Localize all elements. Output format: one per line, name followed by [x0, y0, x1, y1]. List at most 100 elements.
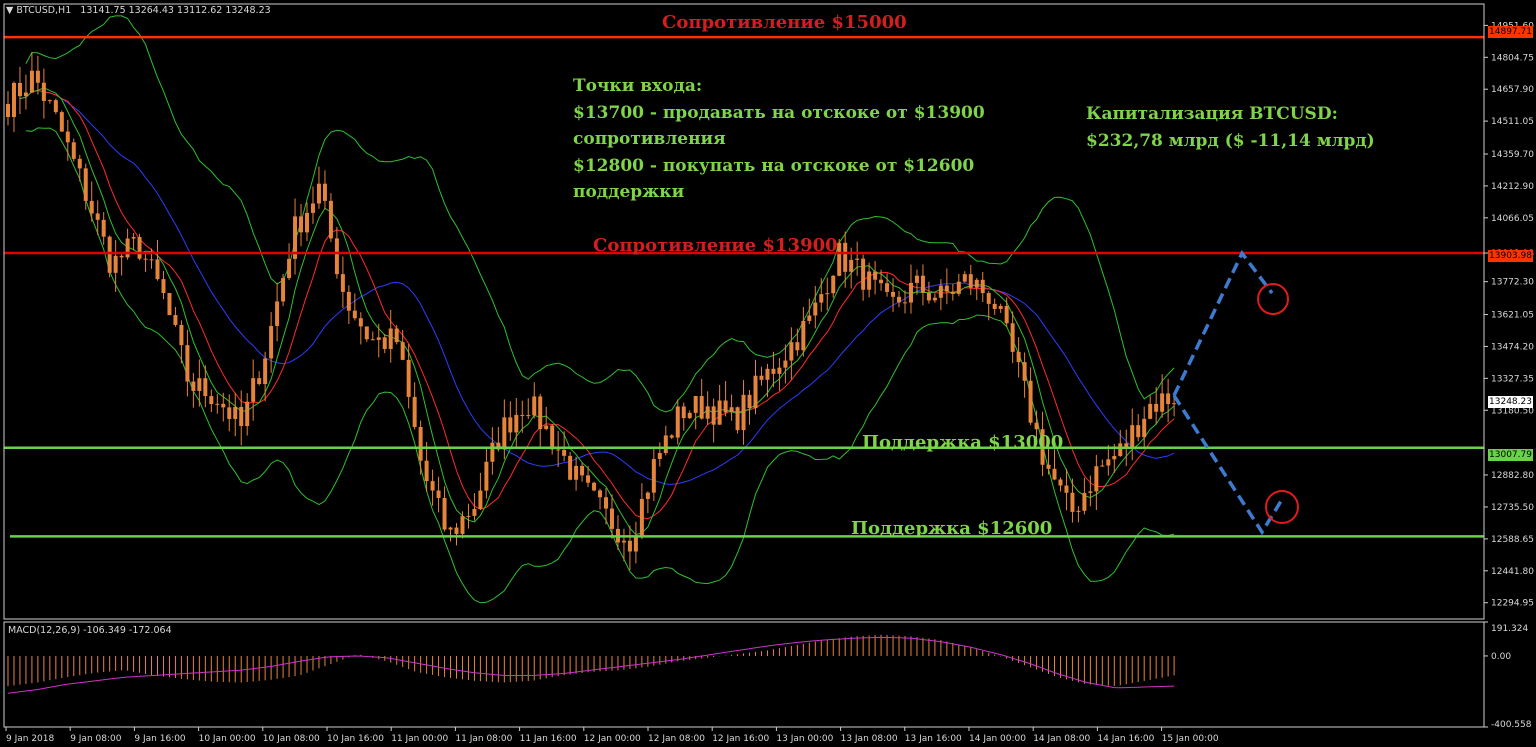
- candle-body: [221, 403, 226, 408]
- candle-body: [1052, 468, 1057, 480]
- candle-body: [568, 455, 573, 480]
- resistance-13900-label: Сопротивление $13900: [593, 235, 838, 256]
- candle-body: [460, 516, 465, 534]
- price-badge-14897: 14897.71: [1488, 26, 1533, 38]
- candle-body: [699, 396, 704, 419]
- candle-body: [1034, 422, 1039, 430]
- candle-body: [436, 490, 441, 498]
- candle-body: [1076, 510, 1081, 512]
- candle-body: [41, 82, 46, 101]
- candle-body: [448, 527, 453, 530]
- candle-body: [795, 342, 800, 351]
- macd-tick-label: 0.00: [1491, 652, 1511, 662]
- candle-body: [95, 213, 100, 220]
- candle-body: [233, 406, 238, 419]
- candle-body: [346, 291, 351, 311]
- candle-body: [263, 358, 268, 385]
- candle-body: [956, 281, 961, 294]
- chart-header[interactable]: ▼ BTCUSD,H1 13141.75 13264.43 13112.62 1…: [6, 5, 271, 16]
- candle-body: [161, 279, 166, 294]
- candle-body: [490, 442, 495, 462]
- candle-body: [520, 414, 525, 416]
- candle-body: [861, 258, 866, 290]
- candle-body: [741, 394, 746, 431]
- candle-body: [1046, 464, 1051, 469]
- candle-body: [1130, 425, 1135, 447]
- candle-body: [1070, 492, 1075, 512]
- candle-body: [269, 325, 274, 359]
- candle-body: [651, 459, 656, 493]
- candle-body: [687, 412, 692, 419]
- candle-body: [669, 435, 674, 438]
- candle-body: [454, 527, 459, 534]
- time-tick-label: 11 Jan 00:00: [391, 734, 448, 744]
- candle-body: [837, 242, 842, 276]
- candle-body: [717, 400, 722, 425]
- candle-body: [657, 452, 662, 460]
- price-tick-label: 14657.90: [1491, 85, 1534, 95]
- entry-line-3: $12800 - покупать на отскоке от $12600: [573, 155, 975, 176]
- time-tick-label: 12 Jan 16:00: [712, 734, 769, 744]
- candle-body: [831, 275, 836, 294]
- candle-body: [771, 368, 776, 374]
- candle-body: [598, 490, 603, 498]
- entry-title: Точки входа:: [573, 76, 703, 96]
- candle-body: [1112, 455, 1117, 460]
- candle-body: [1010, 323, 1015, 352]
- candle-body: [53, 100, 58, 113]
- candle-body: [143, 258, 148, 260]
- candle-body: [149, 259, 154, 261]
- entry-line-1: $13700 - продавать на отскоке от $13900: [573, 102, 985, 123]
- candle-body: [281, 278, 286, 302]
- candle-body: [1124, 443, 1129, 447]
- candle-body: [938, 285, 943, 298]
- candle-body: [765, 368, 770, 380]
- candle-body: [287, 258, 292, 279]
- candle-body: [580, 465, 585, 476]
- support-13000-label: Поддержка $13000: [862, 432, 1064, 453]
- candle-body: [885, 283, 890, 292]
- candle-body: [251, 378, 256, 402]
- candle-body: [759, 375, 764, 380]
- candle-body: [1154, 403, 1159, 412]
- candle-body: [215, 403, 220, 405]
- candle-body: [1004, 306, 1009, 324]
- candle-body: [442, 497, 447, 530]
- candle-body: [544, 425, 549, 430]
- candle-body: [412, 396, 417, 428]
- candle-body: [1148, 403, 1153, 419]
- candle-body: [1064, 485, 1069, 493]
- candle-body: [663, 435, 668, 453]
- candle-body: [1094, 466, 1099, 492]
- candle-body: [119, 255, 124, 258]
- candle-body: [1160, 393, 1165, 412]
- time-tick-label: 11 Jan 08:00: [455, 734, 512, 744]
- candle-body: [920, 275, 925, 293]
- candle-body: [406, 359, 411, 397]
- dropdown-triangle-icon[interactable]: ▼: [6, 5, 13, 16]
- price-tick-label: 12294.95: [1491, 599, 1534, 609]
- candle-body: [998, 306, 1003, 309]
- candle-body: [681, 406, 686, 419]
- time-tick-label: 10 Jan 08:00: [263, 734, 320, 744]
- time-tick-label: 10 Jan 16:00: [327, 734, 384, 744]
- candle-body: [592, 482, 597, 491]
- candle-body: [430, 481, 435, 491]
- price-tick-label: 12882.80: [1491, 471, 1534, 481]
- candle-body: [472, 508, 477, 516]
- candle-body: [944, 285, 949, 292]
- candle-body: [400, 342, 405, 360]
- candle-body: [299, 216, 304, 233]
- macd-header: MACD(12,26,9) -106.349 -172.064: [8, 625, 172, 636]
- candle-body: [6, 103, 10, 118]
- candle-body: [675, 406, 680, 438]
- candle-body: [1082, 492, 1087, 511]
- candle-body: [1088, 491, 1093, 493]
- candle-body: [789, 342, 794, 361]
- time-tick-label: 12 Jan 08:00: [648, 734, 705, 744]
- candle-body: [639, 498, 644, 536]
- capitalization-block: Капитализация BTCUSD: $232,78 млрд ($ -1…: [1086, 101, 1375, 154]
- candle-body: [514, 414, 519, 433]
- candle-body: [867, 271, 872, 290]
- candle-body: [705, 406, 710, 419]
